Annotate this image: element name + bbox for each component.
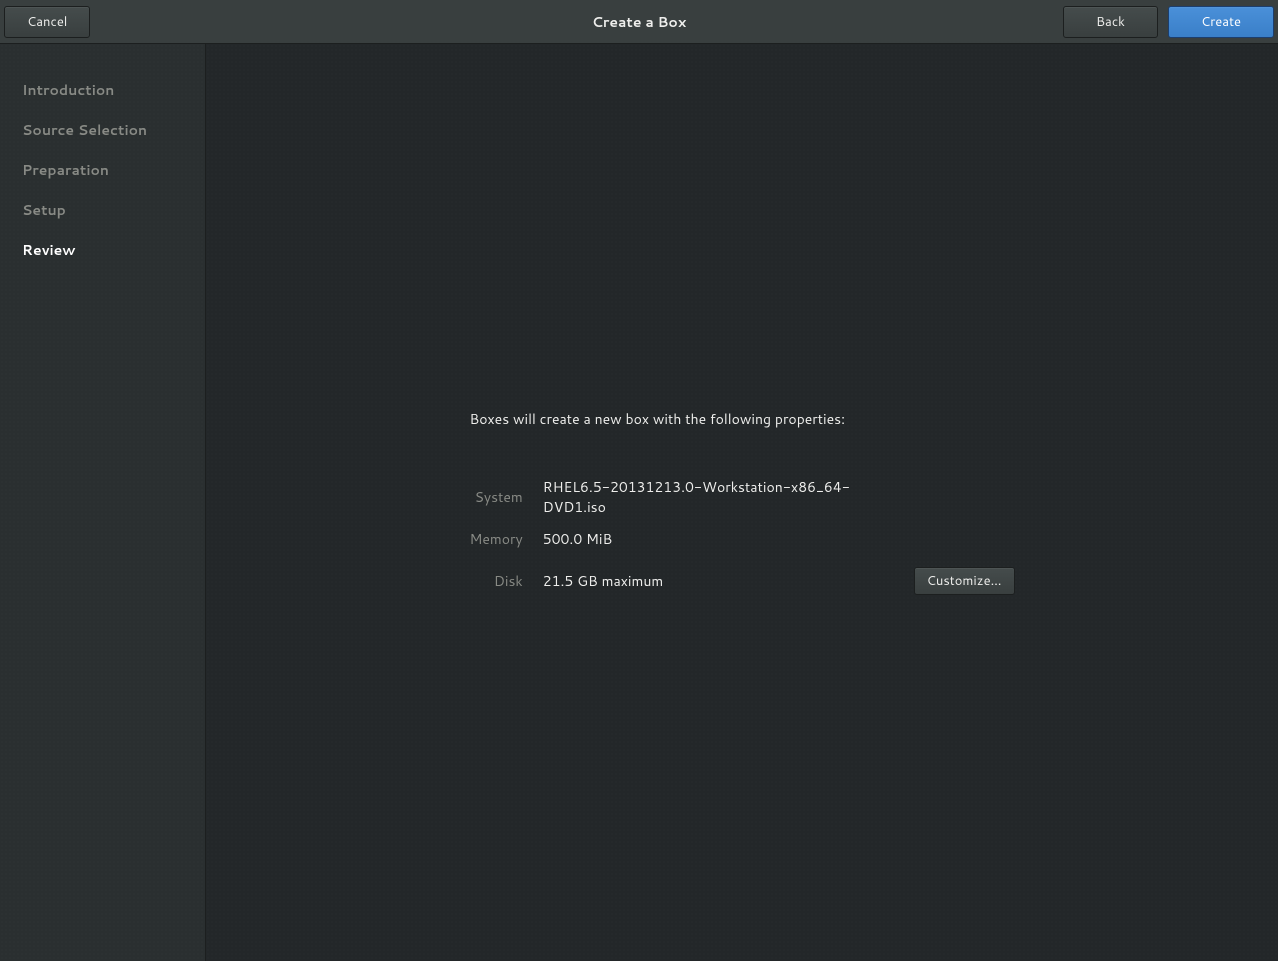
sidebar-item-source-selection[interactable]: Source Selection <box>0 110 205 150</box>
sidebar-item-review[interactable]: Review <box>0 230 205 270</box>
review-row-disk: Disk 21.5 GB maximum Customize… <box>470 565 1015 597</box>
header-bar: Cancel Create a Box Back Create <box>0 0 1278 44</box>
memory-value: 500.0 MiB <box>533 523 894 555</box>
system-value: RHEL6.5-20131213.0-Workstation-x86_64-DV… <box>533 471 894 523</box>
sidebar-item-setup[interactable]: Setup <box>0 190 205 230</box>
main-content: Boxes will create a new box with the fol… <box>206 44 1278 961</box>
wizard-sidebar: Introduction Source Selection Preparatio… <box>0 44 206 961</box>
create-button[interactable]: Create <box>1168 6 1274 38</box>
disk-label: Disk <box>470 565 533 597</box>
cancel-button[interactable]: Cancel <box>4 6 90 38</box>
memory-label: Memory <box>470 523 533 555</box>
back-button[interactable]: Back <box>1063 6 1158 38</box>
review-intro-text: Boxes will create a new box with the fol… <box>470 409 1015 429</box>
sidebar-item-preparation[interactable]: Preparation <box>0 150 205 190</box>
review-row-memory: Memory 500.0 MiB <box>470 523 1015 555</box>
header-title: Create a Box <box>592 12 686 32</box>
system-label: System <box>470 471 533 523</box>
sidebar-item-introduction[interactable]: Introduction <box>0 70 205 110</box>
disk-value: 21.5 GB maximum <box>533 565 894 597</box>
review-row-system: System RHEL6.5-20131213.0-Workstation-x8… <box>470 471 1015 523</box>
review-panel: Boxes will create a new box with the fol… <box>470 409 1015 597</box>
customize-button[interactable]: Customize… <box>914 567 1015 595</box>
review-properties-table: System RHEL6.5-20131213.0-Workstation-x8… <box>470 471 1015 597</box>
